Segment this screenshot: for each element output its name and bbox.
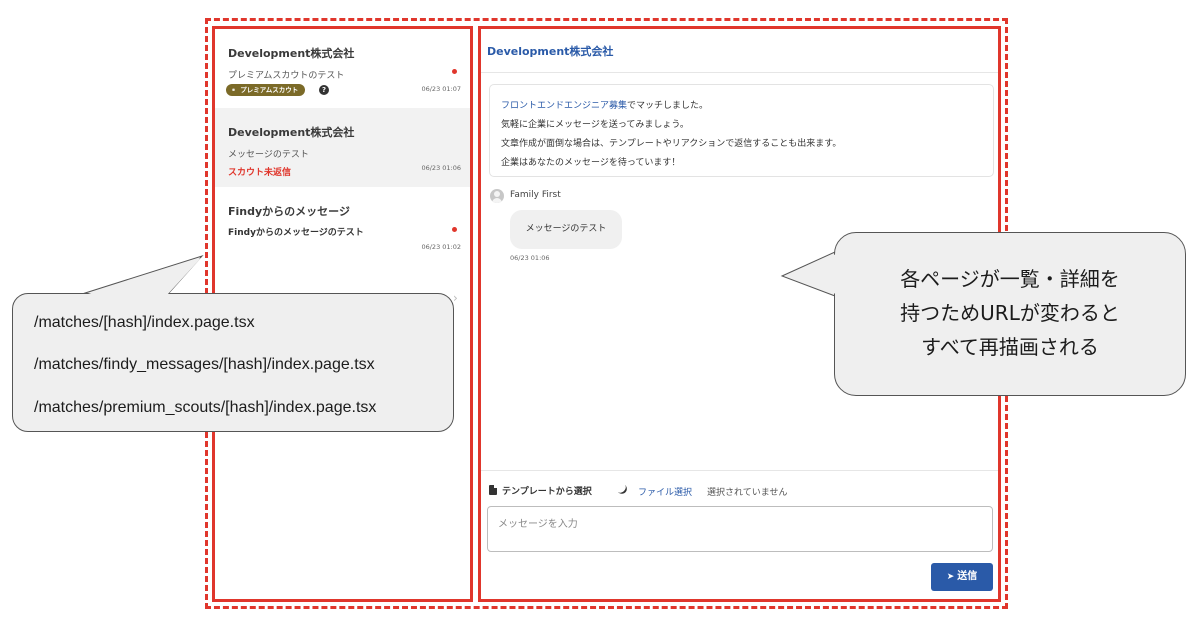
- system-message-box: フロントエンドエンジニア募集でマッチしました。 気軽に企業にメッセージを送ってみ…: [489, 84, 994, 177]
- compose-area: テンプレートから選択 ❩ ファイル選択 選択されていません ➤送信: [481, 470, 998, 599]
- help-icon[interactable]: ?: [319, 85, 329, 95]
- system-line-1: フロントエンドエンジニア募集でマッチしました。: [501, 97, 993, 116]
- item-company-name: Development株式会社: [228, 47, 355, 60]
- send-label: 送信: [957, 571, 978, 582]
- badge-label: プレミアムスカウト: [240, 86, 299, 94]
- job-posting-link[interactable]: フロントエンドエンジニア募集: [501, 101, 627, 111]
- template-select-label: テンプレートから選択: [502, 487, 592, 497]
- message-bubble: メッセージのテスト: [510, 210, 622, 249]
- message-time: 06/23 01:06: [510, 254, 550, 262]
- right-callout-tail-cover: [786, 254, 836, 294]
- callout-line-1: 各ページが一覧・詳細を: [900, 267, 1120, 291]
- match-item-findy-message[interactable]: Findyからのメッセージ Findyからのメッセージのテスト 06/23 01…: [215, 187, 470, 266]
- route-path-2: /matches/findy_messages/[hash]/index.pag…: [34, 356, 375, 373]
- system-line-1-text: でマッチしました。: [627, 101, 709, 111]
- chat-header: Development株式会社: [481, 29, 998, 73]
- match-item-premium-scout[interactable]: Development株式会社 プレミアムスカウトのテスト ⚭ プレミアムスカウ…: [215, 29, 470, 108]
- item-date: 06/23 01:06: [421, 164, 461, 172]
- match-item-selected[interactable]: Development株式会社 メッセージのテスト スカウト未返信 06/23 …: [215, 108, 470, 187]
- chevron-right-icon: ›: [453, 291, 458, 305]
- callout-line-3: すべて再描画される: [921, 335, 1099, 359]
- item-company-name: Development株式会社: [228, 126, 355, 139]
- item-preview: メッセージのテスト: [228, 150, 309, 160]
- callout-line-2: 持つためURLが変わると: [900, 301, 1120, 325]
- paperclip-icon: ❩: [615, 482, 632, 499]
- unread-dot: [452, 227, 457, 232]
- item-date: 06/23 01:07: [421, 85, 461, 93]
- system-line-3: 文章作成が面倒な場合は、テンプレートやリアクションで返信することも出来ます。: [501, 139, 842, 149]
- right-callout: 各ページが一覧・詳細を 持つためURLが変わると すべて再描画される: [834, 232, 1186, 396]
- item-date: 06/23 01:02: [421, 243, 461, 251]
- system-line-4: 企業はあなたのメッセージを待っています！: [501, 158, 681, 168]
- send-button[interactable]: ➤ 送信: [931, 563, 993, 591]
- left-callout: /matches/[hash]/index.page.tsx /matches/…: [12, 293, 454, 432]
- route-path-1: /matches/[hash]/index.page.tsx: [34, 314, 255, 331]
- chat-title: Development株式会社: [487, 45, 614, 58]
- message-input[interactable]: [487, 506, 993, 552]
- paper-plane-icon: ➤: [946, 572, 955, 582]
- document-icon: [489, 485, 497, 495]
- premium-scout-badge: ⚭ プレミアムスカウト: [226, 84, 306, 96]
- unread-dot: [452, 69, 457, 74]
- sender-name: Family First: [510, 190, 561, 200]
- route-path-3: /matches/premium_scouts/[hash]/index.pag…: [34, 399, 377, 416]
- item-preview: Findyからのメッセージのテスト: [228, 228, 364, 238]
- item-preview: プレミアムスカウトのテスト: [228, 71, 345, 81]
- file-select-link[interactable]: ファイル選択: [638, 485, 692, 498]
- ribbon-icon: ⚭: [231, 87, 237, 94]
- system-line-2: 気軽に企業にメッセージを送ってみましょう。: [501, 120, 689, 130]
- item-company-name: Findyからのメッセージ: [228, 205, 350, 218]
- avatar: [490, 189, 504, 203]
- scout-unreplied-status: スカウト未返信: [228, 168, 292, 178]
- file-select-status: 選択されていません: [707, 488, 788, 498]
